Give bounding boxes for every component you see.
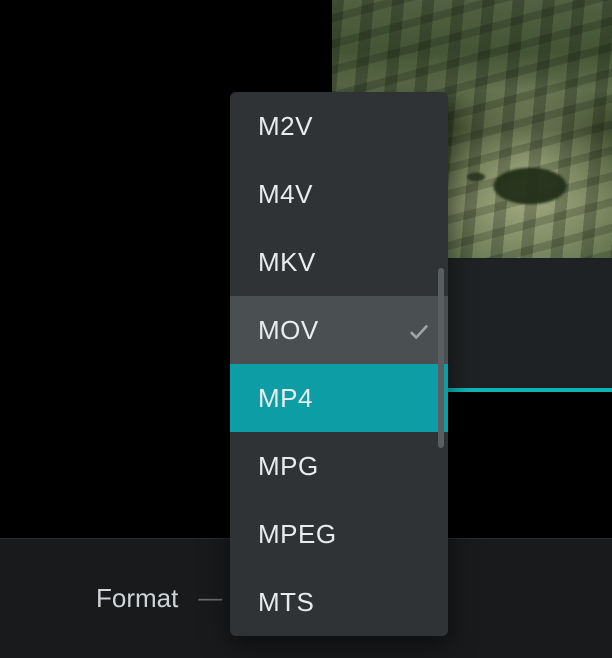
format-option-m4v[interactable]: M4V — [230, 160, 448, 228]
dropdown-scrollbar-thumb[interactable] — [438, 268, 444, 448]
format-option-mpeg[interactable]: MPEG — [230, 500, 448, 568]
format-option-m2v[interactable]: M2V — [230, 92, 448, 160]
check-icon — [408, 319, 430, 341]
format-option-label: MP4 — [258, 383, 313, 414]
format-option-label: MPEG — [258, 519, 337, 550]
format-option-label: M4V — [258, 179, 313, 210]
format-option-mts[interactable]: MTS — [230, 568, 448, 636]
format-dropdown-list: M2V M4V MKV MOV MP4 MPG MPEG MTS — [230, 92, 448, 636]
format-label: Format — [96, 583, 178, 614]
format-option-label: MPG — [258, 451, 319, 482]
format-option-mp4[interactable]: MP4 — [230, 364, 448, 432]
format-option-label: MTS — [258, 587, 314, 618]
format-option-mpg[interactable]: MPG — [230, 432, 448, 500]
format-option-label: MOV — [258, 315, 319, 346]
format-option-mov[interactable]: MOV — [230, 296, 448, 364]
format-option-mkv[interactable]: MKV — [230, 228, 448, 296]
format-dropdown[interactable]: M2V M4V MKV MOV MP4 MPG MPEG MTS — [230, 92, 448, 636]
format-value-placeholder: — — [198, 585, 224, 613]
format-option-label: M2V — [258, 111, 313, 142]
format-option-label: MKV — [258, 247, 316, 278]
timeline-playhead-bar — [448, 388, 612, 392]
dropdown-scrollbar-track[interactable] — [436, 92, 446, 636]
